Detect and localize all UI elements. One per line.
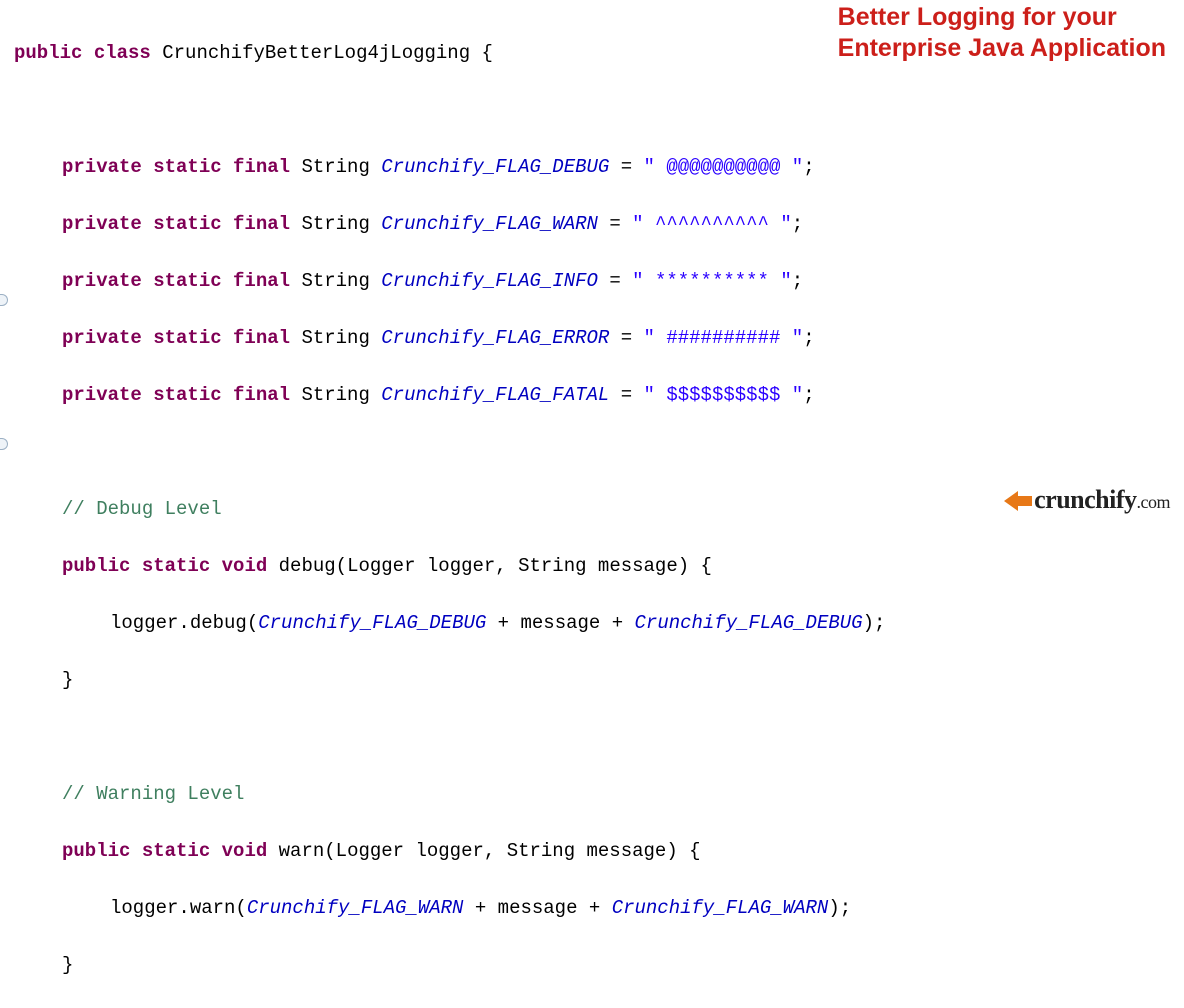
field-declaration: private static final String Crunchify_FL… (14, 381, 1184, 410)
method-signature: public static void warn(Logger logger, S… (14, 837, 1184, 866)
chevron-icon (1004, 483, 1032, 522)
brand-tld: .com (1137, 492, 1171, 512)
brand-name: crunchify (1034, 485, 1136, 514)
headline: Better Logging for your Enterprise Java … (838, 2, 1166, 65)
headline-line1: Better Logging for your (838, 3, 1117, 31)
field-declaration: private static final String Crunchify_FL… (14, 267, 1184, 296)
brand-logo: crunchify.com (1004, 480, 1170, 522)
method-close: } (14, 666, 1184, 695)
field-declaration: private static final String Crunchify_FL… (14, 210, 1184, 239)
method-signature: public static void debug(Logger logger, … (14, 552, 1184, 581)
field-declaration: private static final String Crunchify_FL… (14, 153, 1184, 182)
comment-line: // Warning Level (14, 780, 1184, 809)
method-body: logger.warn(Crunchify_FLAG_WARN + messag… (14, 894, 1184, 923)
method-body: logger.debug(Crunchify_FLAG_DEBUG + mess… (14, 609, 1184, 638)
headline-line2: Enterprise Java Application (838, 34, 1166, 62)
method-close: } (14, 951, 1184, 980)
field-declaration: private static final String Crunchify_FL… (14, 324, 1184, 353)
